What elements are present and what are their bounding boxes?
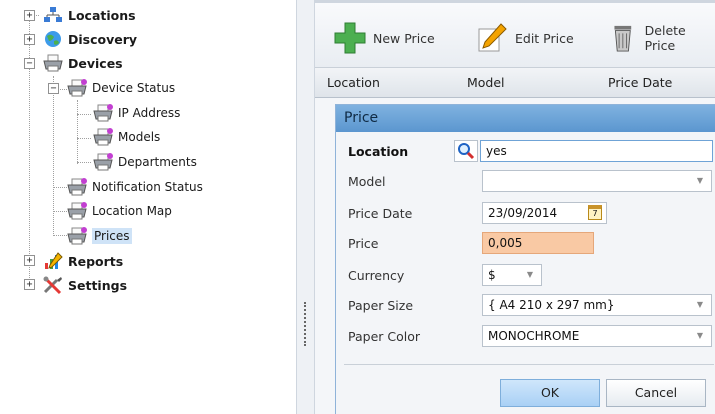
currency-select[interactable]: $ [482,264,542,286]
magnifier-icon [458,143,475,160]
expand-locations-button[interactable]: + [24,10,35,21]
plus-icon [334,22,366,54]
printer-icon [67,79,87,97]
tree-item-label: Models [118,130,161,144]
tree-item-label: Device Status [92,81,176,95]
expand-reports-button[interactable]: + [24,255,35,266]
location-label: Location [348,144,409,159]
tree-item-label: Reports [68,253,124,269]
tree-connector [53,76,54,236]
tree-item-discovery[interactable]: Discovery [42,28,137,50]
dialog-divider [344,364,714,365]
location-search-button[interactable] [454,140,478,162]
tree-connector [77,138,91,139]
edit-price-label: Edit Price [515,30,574,46]
network-icon [44,7,62,22]
paper-color-select[interactable]: MONOCHROME [482,325,712,347]
paper-color-label: Paper Color [348,329,421,344]
tree-item-label: Devices [68,55,123,71]
printer-icon [67,202,87,220]
printer-icon [93,153,113,171]
tree-item-devices[interactable]: Devices [42,52,123,74]
model-select[interactable] [482,170,712,192]
tree-connector [29,10,30,286]
price-label: Price [348,236,379,251]
model-label: Model [348,174,386,189]
tree-item-device-status[interactable]: Device Status [66,77,175,99]
expand-settings-button[interactable]: + [24,279,35,290]
tree-item-label: IP Address [118,106,181,120]
tree-item-departments[interactable]: Departments [92,151,197,173]
tree-item-locations[interactable]: Locations [42,4,136,26]
trash-can-icon [614,25,632,52]
tree-item-models[interactable]: Models [92,126,160,148]
tree-item-ip-address[interactable]: IP Address [92,102,180,124]
navigation-tree: + + − − + + Locations Discovery Devices [0,0,296,414]
collapse-device-status-button[interactable]: − [48,83,59,94]
currency-label: Currency [348,268,405,283]
new-price-button[interactable]: New Price [333,18,435,58]
tree-item-notification-status[interactable]: Notification Status [66,176,203,198]
calendar-icon[interactable]: 7 [588,205,602,220]
price-date-value: 23/09/2014 [488,206,558,220]
tree-item-label: Location Map [92,204,172,218]
tree-item-label: Locations [68,7,136,23]
tree-item-label: Discovery [68,31,138,47]
tree-connector [53,187,67,188]
printer-icon [67,227,87,245]
cancel-button[interactable]: Cancel [606,379,706,407]
edit-pencil-icon [478,23,507,52]
delete-price-label: Delete Price [644,23,686,53]
location-input[interactable]: yes [480,140,713,162]
paper-size-select[interactable]: { A4 210 x 297 mm} [482,294,712,316]
edit-price-button[interactable]: Edit Price [475,18,574,58]
tree-connector [77,162,91,163]
splitter-grip[interactable] [304,302,307,346]
tree-item-label: Prices [92,228,132,244]
tree-item-label: Settings [68,277,128,293]
dialog-title: Price [336,105,715,132]
column-header-price-date[interactable]: Price Date [608,68,672,98]
tree-item-prices[interactable]: Prices [66,225,132,247]
column-header-location[interactable]: Location [327,68,380,98]
printer-icon [93,104,113,122]
tree-connector [53,211,67,212]
ok-button[interactable]: OK [500,379,600,407]
expand-discovery-button[interactable]: + [24,34,35,45]
column-header-model[interactable]: Model [467,68,505,98]
pen-chart-icon [45,252,63,269]
printer-icon [93,128,113,146]
new-price-label: New Price [373,30,435,46]
price-input[interactable]: 0,005 [482,232,594,254]
tree-item-settings[interactable]: Settings [42,274,127,296]
tree-connector [77,114,91,115]
tree-item-label: Departments [118,155,197,169]
grid-header: Location Model Price Date [315,68,715,98]
globe-icon [45,31,61,47]
toolbar: New Price Edit Price Delete Price [315,0,715,68]
tools-icon [43,276,62,295]
content-panel: New Price Edit Price Delete Price Locati… [315,0,715,414]
panel-splitter[interactable] [296,0,315,414]
tree-connector [77,100,78,164]
price-date-label: Price Date [348,206,413,221]
printer-icon [67,178,87,196]
collapse-devices-button[interactable]: − [24,58,35,69]
tree-item-label: Notification Status [92,180,203,194]
tree-item-reports[interactable]: Reports [42,250,123,272]
paper-size-label: Paper Size [348,298,414,313]
price-dialog: Price Location yes Model Price Date 23/0… [335,104,715,414]
price-date-input[interactable]: 23/09/2014 7 [482,202,607,224]
delete-price-button[interactable]: Delete Price [607,18,715,58]
tree-connector [53,235,67,236]
tree-item-location-map[interactable]: Location Map [66,200,172,222]
printer-icon [43,54,63,72]
